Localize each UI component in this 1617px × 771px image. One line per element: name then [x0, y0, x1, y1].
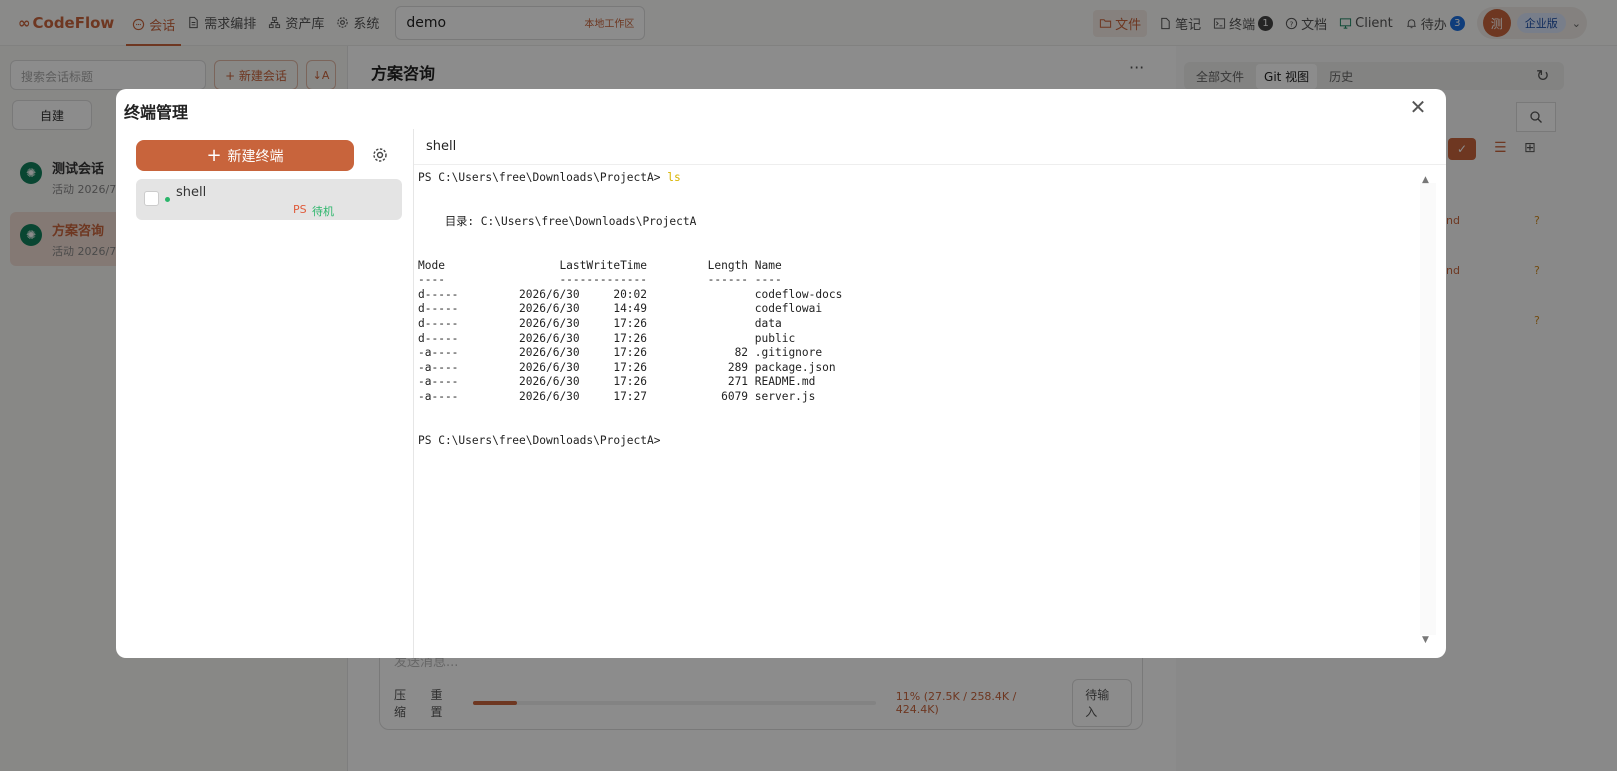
console-line: PS C:\Users\free\Downloads\ProjectA> ls	[418, 171, 1418, 186]
console-line: -a---- 2026/6/30 17:27 6079 server.js	[418, 389, 816, 403]
console-line: Mode LastWriteTime Length Name	[418, 258, 782, 272]
divider	[413, 129, 414, 658]
scroll-down-icon[interactable]: ▼	[1422, 635, 1429, 645]
terminal-checkbox[interactable]	[144, 191, 159, 206]
terminal-header: shell	[414, 129, 1446, 165]
console-line: d----- 2026/6/30 20:02 codeflow-docs	[418, 287, 843, 301]
terminal-manager-dialog: 终端管理 ✕ + 新建终端 shell PS 待机 shell ▲ ▼ PS C…	[116, 89, 1446, 658]
gear-icon[interactable]	[371, 146, 389, 164]
console-line: -a---- 2026/6/30 17:26 271 README.md	[418, 375, 816, 389]
console-line: d----- 2026/6/30 17:26 data	[418, 316, 782, 330]
terminal-name: shell	[176, 185, 207, 200]
scroll-up-icon[interactable]: ▲	[1422, 175, 1429, 185]
close-icon[interactable]: ✕	[1408, 97, 1428, 117]
terminal-state: 待机	[312, 205, 334, 218]
scrollbar[interactable]	[1420, 183, 1436, 635]
terminal-list-item[interactable]: shell PS 待机	[136, 179, 402, 220]
new-terminal-button[interactable]: + 新建终端	[136, 140, 354, 171]
console-line: d----- 2026/6/30 17:26 public	[418, 331, 796, 345]
plus-icon: +	[206, 144, 222, 166]
console-line: -a---- 2026/6/30 17:26 289 package.json	[418, 360, 836, 374]
terminal-output[interactable]: PS C:\Users\free\Downloads\ProjectA> ls …	[418, 171, 1418, 651]
status-dot	[165, 197, 170, 202]
active-terminal-name: shell	[426, 139, 457, 154]
console-prompt: PS C:\Users\free\Downloads\ProjectA>	[418, 171, 668, 184]
new-terminal-label: 新建终端	[227, 148, 284, 165]
shell-type: PS	[293, 203, 307, 216]
console-line: 目录: C:\Users\free\Downloads\ProjectA	[418, 214, 697, 228]
console-line: -a---- 2026/6/30 17:26 82 .gitignore	[418, 346, 823, 360]
console-line: ---- ------------- ------ ----	[418, 273, 782, 287]
console-command: ls	[667, 171, 681, 184]
console-line: PS C:\Users\free\Downloads\ProjectA>	[418, 433, 661, 447]
dialog-title: 终端管理	[124, 103, 189, 122]
console-line: d----- 2026/6/30 14:49 codeflowai	[418, 302, 823, 316]
